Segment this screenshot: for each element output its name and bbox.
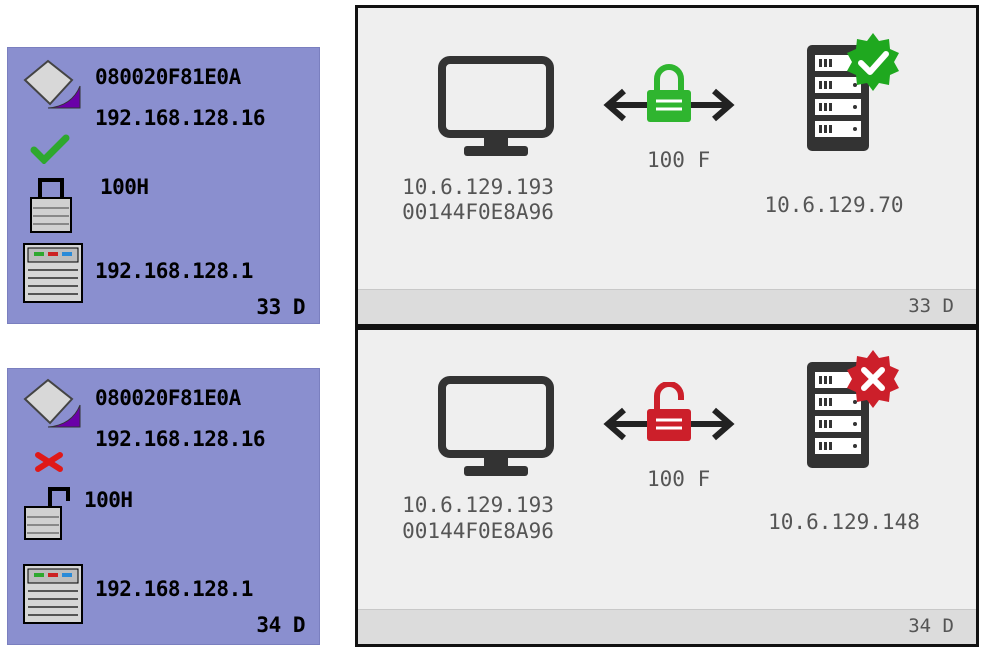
gateway-address: 192.168.128.1 [95, 259, 253, 283]
status-footer: 33 D [358, 289, 976, 324]
double-arrow-icon [603, 382, 735, 441]
disk-icon [23, 59, 81, 109]
server-rack-icon [807, 350, 899, 468]
gateway-address: 192.168.128.1 [95, 577, 253, 601]
link-speed: 100 F [647, 148, 711, 172]
status-footer: 34 D [358, 609, 976, 644]
padlock-unlocked-icon [647, 382, 691, 441]
mac-address: 080020F81E0A [95, 65, 241, 89]
link-speed: 100H [84, 488, 133, 512]
link-speed: 100H [100, 175, 149, 199]
monitor-icon [438, 376, 554, 476]
checkmark-icon [30, 134, 70, 164]
days-counter: 34 D [256, 613, 305, 637]
disk-icon [23, 378, 81, 428]
legacy-status-panel-2: 080020F81E0A 192.168.128.16 100H 192.168… [7, 368, 320, 645]
padlock-locked-icon [30, 178, 72, 233]
mac-address: 080020F81E0A [95, 386, 241, 410]
ip-address: 192.168.128.16 [95, 427, 266, 451]
server-icon [23, 243, 83, 303]
days-counter: 33 D [908, 295, 954, 317]
monitor-icon [438, 56, 554, 156]
legacy-status-panel-1: 080020F81E0A 192.168.128.16 100H 192.168… [7, 47, 320, 324]
client-ip: 10.6.129.193 [402, 493, 554, 517]
ip-address: 192.168.128.16 [95, 106, 266, 130]
padlock-locked-icon [647, 64, 691, 122]
error-x-icon [35, 452, 63, 472]
server-rack-icon [807, 33, 899, 151]
modern-status-panel-1: 100 F 10.6.129.193 00144F0E8A96 10.6.129… [355, 5, 979, 327]
padlock-unlocked-icon [24, 487, 70, 540]
link-speed: 100 F [647, 467, 711, 491]
days-counter: 34 D [908, 615, 954, 637]
server-icon [23, 564, 83, 624]
double-arrow-icon [603, 64, 735, 122]
modern-status-panel-2: 100 F 10.6.129.193 00144F0E8A96 10.6.129… [355, 327, 979, 647]
client-ip: 10.6.129.193 [402, 175, 554, 199]
server-ip: 10.6.129.70 [764, 193, 904, 217]
client-mac: 00144F0E8A96 [402, 200, 554, 224]
server-ip: 10.6.129.148 [768, 510, 920, 534]
client-mac: 00144F0E8A96 [402, 519, 554, 543]
days-counter: 33 D [256, 295, 305, 319]
